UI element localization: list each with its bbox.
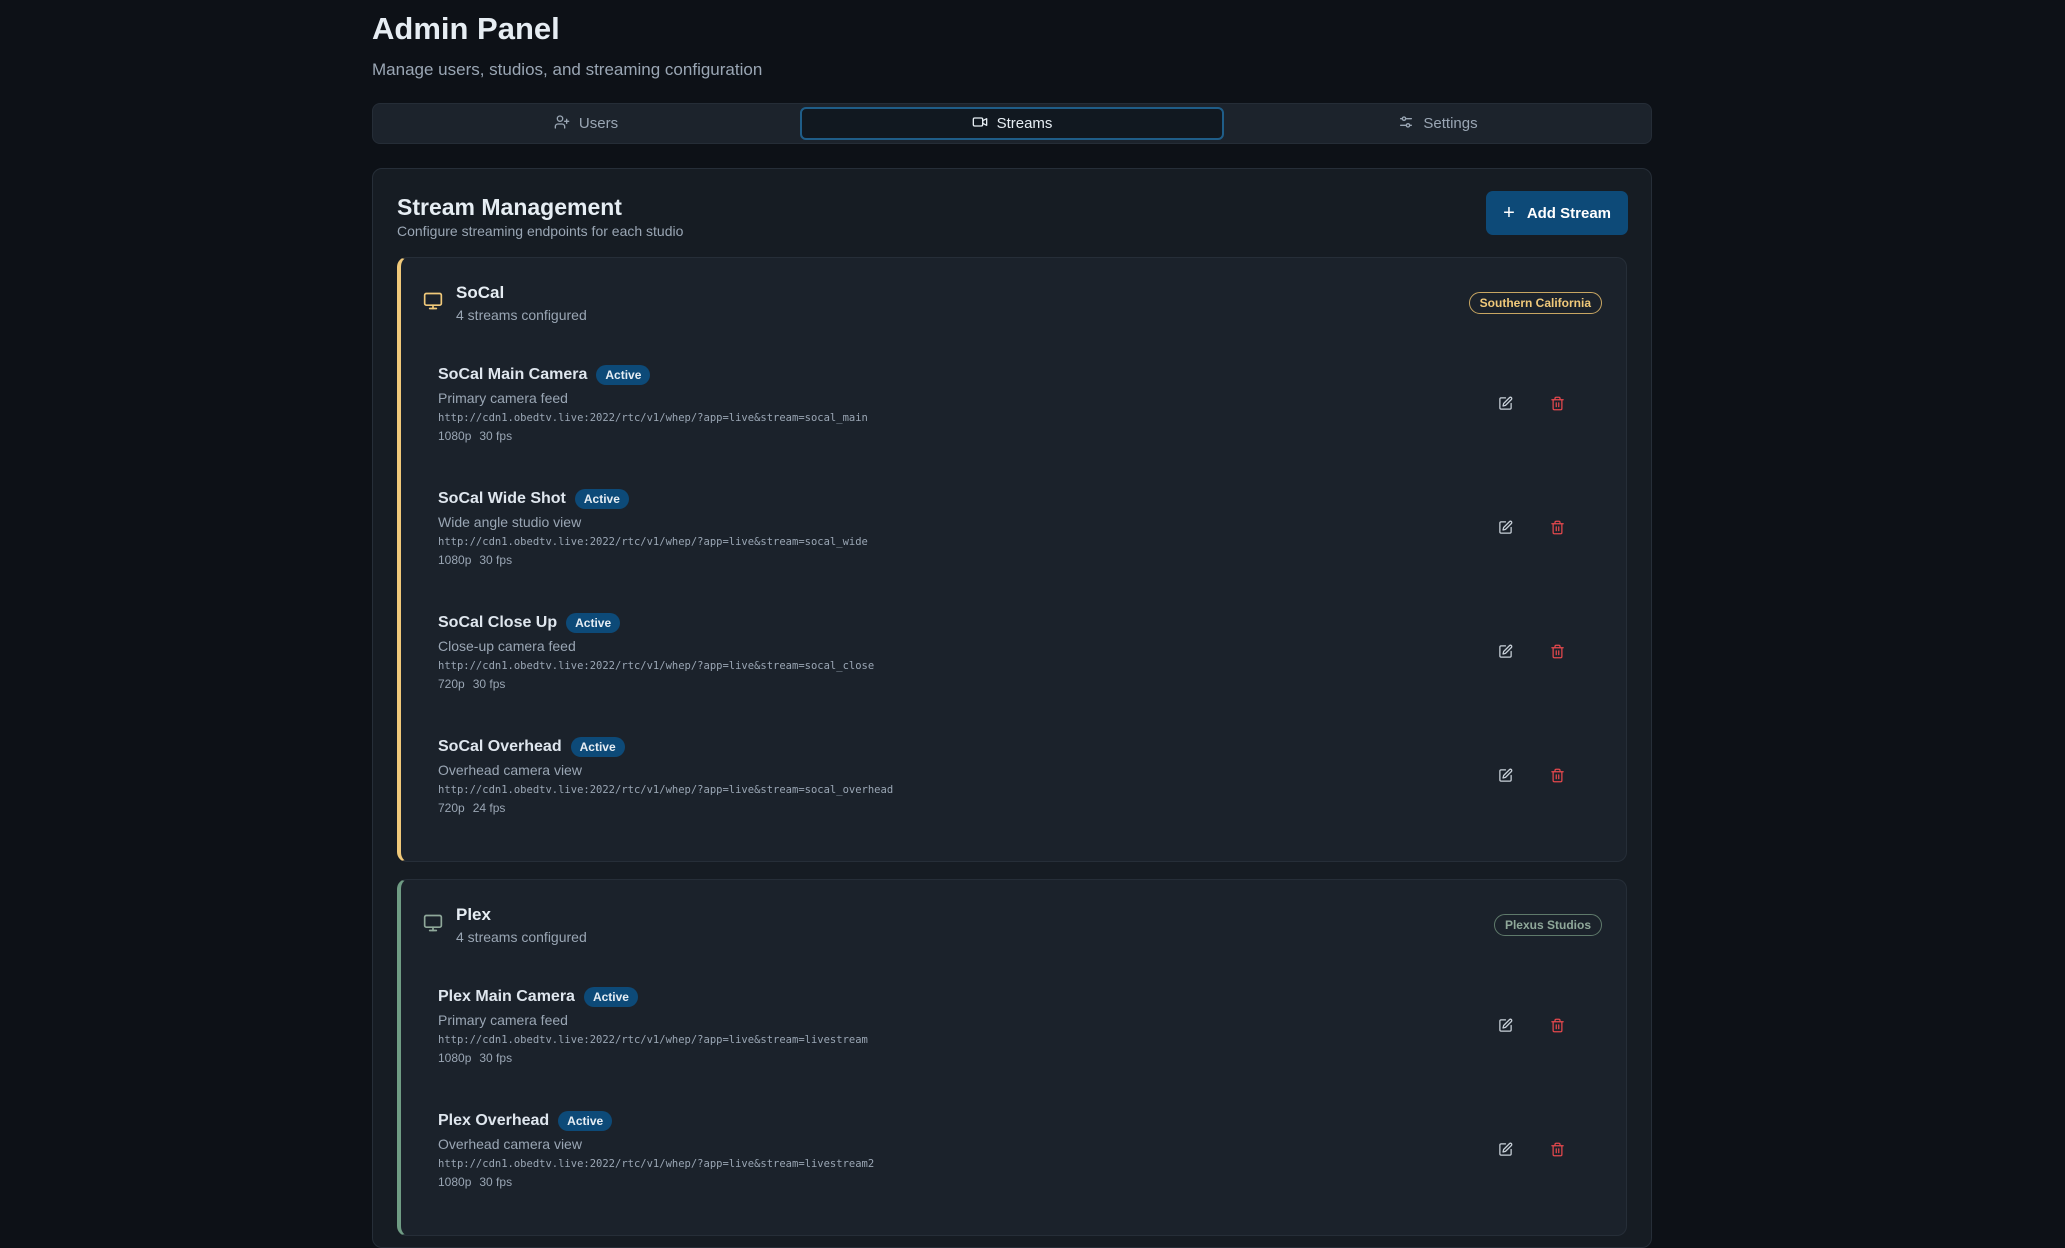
studio-badge: Plexus Studios [1493, 914, 1602, 936]
studio-name: SoCal [456, 283, 505, 302]
edit-icon[interactable] [1494, 1014, 1516, 1036]
stream-item: SoCal Overhead Active Overhead camera vi… [423, 713, 1602, 837]
stream-fps: 30 fps [479, 1175, 513, 1189]
card-title: Stream Management [397, 194, 622, 220]
stream-item: SoCal Wide Shot Active Wide angle studio… [423, 465, 1602, 589]
trash-icon[interactable] [1546, 764, 1568, 786]
stream-fps: 30 fps [472, 677, 506, 691]
status-badge: Active [558, 1111, 613, 1131]
stream-item: Plex Overhead Active Overhead camera vie… [423, 1087, 1602, 1211]
studio-stream-count: 4 streams configured [456, 307, 587, 323]
add-stream-button[interactable]: + Add Stream [1486, 191, 1628, 235]
stream-description: Close-up camera feed [438, 638, 576, 654]
stream-item: SoCal Close Up Active Close-up camera fe… [423, 589, 1602, 713]
tab-bar: Users Streams Settings [372, 103, 1652, 144]
stream-description: Wide angle studio view [438, 514, 582, 530]
tab-streams[interactable]: Streams [800, 107, 1224, 140]
status-badge: Active [566, 613, 621, 633]
monitor-icon [423, 913, 443, 938]
video-icon [972, 114, 988, 134]
trash-icon[interactable] [1546, 392, 1568, 414]
studio-group-socal: SoCal 4 streams configured Southern Cali… [397, 257, 1627, 862]
studio-header: Plex 4 streams configured Plexus Studios [423, 904, 1602, 946]
stream-item: SoCal Main Camera Active Primary camera … [423, 341, 1602, 465]
edit-icon[interactable] [1494, 764, 1516, 786]
plus-icon: + [1503, 201, 1515, 224]
stream-url: http://cdn1.obedtv.live:2022/rtc/v1/whep… [438, 784, 894, 796]
page-title: Admin Panel [372, 11, 560, 46]
tab-settings[interactable]: Settings [1228, 107, 1648, 140]
studio-badge: Southern California [1468, 292, 1602, 314]
stream-name: SoCal Overhead [438, 738, 562, 755]
stream-description: Overhead camera view [438, 762, 582, 778]
stream-name: SoCal Close Up [438, 614, 558, 631]
stream-description: Primary camera feed [438, 390, 568, 406]
stream-url: http://cdn1.obedtv.live:2022/rtc/v1/whep… [438, 660, 875, 672]
stream-resolution: 720p [438, 677, 465, 691]
stream-resolution: 1080p [438, 1051, 472, 1065]
stream-name: SoCal Main Camera [438, 366, 588, 383]
trash-icon[interactable] [1546, 1014, 1568, 1036]
stream-resolution: 720p [438, 801, 465, 815]
edit-icon[interactable] [1494, 392, 1516, 414]
monitor-icon [423, 291, 443, 316]
studio-header: SoCal 4 streams configured Southern Cali… [423, 282, 1602, 324]
stream-description: Primary camera feed [438, 1012, 568, 1028]
stream-description: Overhead camera view [438, 1136, 582, 1152]
tab-streams-label: Streams [996, 115, 1053, 132]
card-header: Stream Management Configure streaming en… [397, 191, 1628, 257]
studio-name: Plex [456, 905, 491, 924]
trash-icon[interactable] [1546, 516, 1568, 538]
page-subtitle: Manage users, studios, and streaming con… [372, 60, 763, 79]
stream-url: http://cdn1.obedtv.live:2022/rtc/v1/whep… [438, 1158, 875, 1170]
studio-stream-count: 4 streams configured [456, 929, 587, 945]
status-badge: Active [574, 489, 629, 509]
tab-users-label: Users [578, 115, 619, 132]
tab-settings-label: Settings [1423, 115, 1478, 132]
stream-management-card: Stream Management Configure streaming en… [372, 168, 1652, 1248]
user-plus-icon [554, 114, 570, 134]
stream-name: SoCal Wide Shot [438, 490, 566, 507]
stream-resolution: 1080p [438, 1175, 472, 1189]
stream-fps: 30 fps [479, 1051, 513, 1065]
card-description: Configure streaming endpoints for each s… [397, 223, 684, 239]
stream-fps: 24 fps [472, 801, 506, 815]
stream-name: Plex Overhead [438, 1112, 550, 1129]
edit-icon[interactable] [1494, 516, 1516, 538]
status-badge: Active [596, 365, 651, 385]
stream-url: http://cdn1.obedtv.live:2022/rtc/v1/whep… [438, 412, 868, 424]
stream-resolution: 1080p [438, 553, 472, 567]
status-badge: Active [583, 987, 638, 1007]
stream-url: http://cdn1.obedtv.live:2022/rtc/v1/whep… [438, 536, 868, 548]
stream-url: http://cdn1.obedtv.live:2022/rtc/v1/whep… [438, 1034, 868, 1046]
status-badge: Active [570, 737, 625, 757]
edit-icon[interactable] [1494, 640, 1516, 662]
admin-panel: Admin Panel Manage users, studios, and s… [372, 0, 1652, 1248]
trash-icon[interactable] [1546, 640, 1568, 662]
studio-group-plex: Plex 4 streams configured Plexus Studios… [397, 879, 1627, 1236]
tab-users[interactable]: Users [376, 107, 796, 140]
stream-item: Plex Main Camera Active Primary camera f… [423, 963, 1602, 1087]
trash-icon[interactable] [1546, 1138, 1568, 1160]
edit-icon[interactable] [1494, 1138, 1516, 1160]
sliders-icon [1398, 114, 1414, 134]
stream-fps: 30 fps [479, 553, 513, 567]
stream-name: Plex Main Camera [438, 988, 575, 1005]
stream-resolution: 1080p [438, 429, 472, 443]
stream-fps: 30 fps [479, 429, 513, 443]
add-stream-label: Add Stream [1526, 204, 1611, 222]
